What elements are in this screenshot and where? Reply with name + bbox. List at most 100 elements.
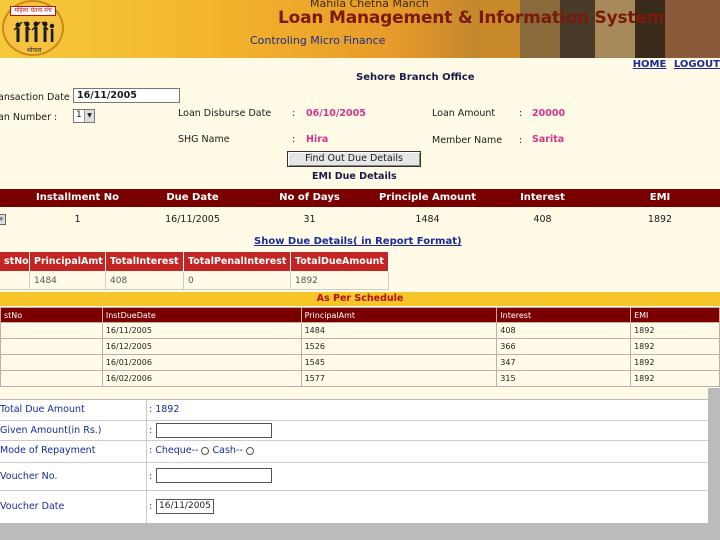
cell-inst-due-date: 16/12/2005: [101, 338, 302, 355]
cell-emi: 1892: [630, 354, 720, 371]
mode-row: Mode of Repayment : Cheque-- Cash--: [0, 441, 708, 463]
loan-number-value: 1: [76, 110, 82, 120]
cell-principal-amt: 1484: [300, 322, 498, 339]
find-due-details-button[interactable]: Find Out Due Details: [287, 151, 421, 167]
schedule-table: stNo InstDueDate PrincipalAmt Interest E…: [0, 307, 720, 387]
cell-interest: 366: [496, 338, 632, 355]
colon: :: [149, 501, 153, 512]
chevron-down-icon[interactable]: ▼: [84, 110, 94, 122]
cheque-radio[interactable]: [201, 446, 210, 455]
top-nav: HOME LOGOUT: [629, 59, 720, 70]
table-row: 1 16/11/2005 31 1484 408 1892: [0, 210, 720, 230]
col-installment-no: Installment No: [36, 192, 119, 203]
given-amount-row: Given Amount(in Rs.) :: [0, 421, 708, 441]
col-stno: stNo: [0, 252, 30, 271]
total-due-value: : 1892: [149, 404, 180, 415]
cash-label: Cash--: [212, 445, 243, 456]
show-report-link[interactable]: Show Due Details( in Report Format): [254, 236, 462, 247]
logo-band-text: महिला चेतना मंच: [10, 6, 56, 16]
page-edge-shadow: [708, 388, 720, 540]
emi-table-header: Installment No Due Date No of Days Princ…: [0, 189, 720, 207]
cell-interest: 408: [496, 322, 632, 339]
app-header: महिला चेतना मंच भोपाल Mahila Chetna Manc…: [0, 0, 720, 58]
voucher-date-label: Voucher Date: [0, 491, 147, 524]
table-row: 16/01/2006 1545 347 1892: [0, 354, 720, 371]
col-due-date: Due Date: [166, 192, 219, 203]
schedule-title: As Per Schedule: [0, 292, 720, 306]
organization-logo: महिला चेतना मंच भोपाल: [2, 0, 64, 56]
cell-stno: [0, 354, 103, 371]
cell-inst-due-date: 16/02/2006: [101, 370, 302, 387]
shg-name-value: Hira: [306, 134, 329, 145]
col-principle-amount: Principle Amount: [378, 192, 477, 203]
cell-total-interest: 408: [106, 272, 184, 290]
cell-emi: 1892: [630, 338, 720, 355]
emi-section-title: EMI Due Details: [312, 171, 397, 182]
transaction-date-input[interactable]: 16/11/2005: [73, 88, 180, 103]
cell-installment-no: 1: [74, 214, 81, 225]
col-total-interest: TotalInterest: [106, 252, 184, 271]
loan-number-select[interactable]: 1 ▼: [73, 109, 95, 123]
col-emi: EMI: [649, 192, 671, 203]
loan-amount-label: Loan Amount: [432, 108, 496, 119]
cell-inst-due-date: 16/01/2006: [101, 354, 302, 371]
given-amount-input[interactable]: [156, 423, 272, 438]
cell-interest: 315: [496, 370, 632, 387]
voucher-no-row: Voucher No. :: [0, 463, 708, 491]
col-no-of-days: No of Days: [279, 192, 340, 203]
repayment-form: Total Due Amount : 1892 Given Amount(in …: [0, 399, 708, 524]
cell-no-of-days: 31: [303, 214, 316, 225]
cell-stno: [0, 338, 103, 355]
cell-principal-amt: 1484: [30, 272, 106, 290]
totals-table-header: stNo PrincipalAmt TotalInterest TotalPen…: [0, 252, 389, 271]
repayment-mode-options: : Cheque-- Cash--: [149, 445, 257, 456]
cell-principal-amt: 1526: [300, 338, 498, 355]
cell-due-date: 16/11/2005: [165, 214, 220, 225]
voucher-date-input[interactable]: 16/11/2005: [156, 499, 214, 514]
colon: :: [149, 425, 153, 436]
logout-link[interactable]: LOGOUT: [674, 59, 720, 70]
branch-title: Sehore Branch Office: [356, 72, 475, 83]
app-tagline: Controling Micro Finance: [250, 34, 386, 47]
col-principal-amt: PrincipalAmt: [300, 307, 498, 323]
cell-principal-amt: 1577: [300, 370, 498, 387]
loan-disburse-label: Loan Disburse Date: [178, 108, 272, 119]
shg-name-label: SHG Name: [178, 134, 230, 145]
col-inst-due-date: InstDueDate: [101, 307, 302, 323]
voucher-no-label: Voucher No.: [0, 463, 147, 490]
loan-amount-value: 20000: [532, 108, 566, 119]
table-row: 16/12/2005 1526 366 1892: [0, 338, 720, 355]
colon: :: [292, 134, 296, 145]
colon: :: [519, 108, 523, 119]
mode-label: Mode of Repayment: [0, 441, 147, 462]
loan-disburse-value: 06/10/2005: [306, 108, 366, 119]
given-amount-label: Given Amount(in Rs.): [0, 421, 147, 440]
colon: :: [292, 108, 296, 119]
table-row: 16/11/2005 1484 408 1892: [0, 322, 720, 339]
col-stno: stNo: [0, 307, 103, 323]
col-principal-amt: PrincipalAmt: [30, 252, 106, 271]
colon: :: [149, 471, 153, 482]
table-row: 1 1484 408 0 1892: [0, 272, 389, 290]
app-title: Loan Management & Information System: [278, 8, 665, 28]
table-row: 16/02/2006 1577 315 1892: [0, 370, 720, 387]
cell-interest: 347: [496, 354, 632, 371]
cash-radio[interactable]: [245, 446, 254, 455]
col-interest: Interest: [520, 192, 565, 203]
col-total-due-amount: TotalDueAmount: [291, 252, 389, 271]
cell-emi: 1892: [630, 370, 720, 387]
logo-caption: भोपाल: [26, 47, 42, 54]
cell-stno: [0, 322, 103, 339]
cell-total-due-amount: 1892: [291, 272, 389, 290]
home-link[interactable]: HOME: [633, 59, 667, 70]
cell-total-penal-interest: 0: [184, 272, 291, 290]
total-due-row: Total Due Amount : 1892: [0, 400, 708, 421]
cell-principal-amt: 1545: [300, 354, 498, 371]
colon: :: [519, 135, 523, 146]
cell-interest: 408: [533, 214, 552, 225]
voucher-no-input[interactable]: [156, 468, 272, 483]
cell-principle-amount: 1484: [415, 214, 440, 225]
member-name-label: Member Name: [432, 135, 503, 146]
page-bottom-shadow: [0, 523, 720, 540]
transaction-date-label: ansaction Date :: [0, 92, 76, 103]
